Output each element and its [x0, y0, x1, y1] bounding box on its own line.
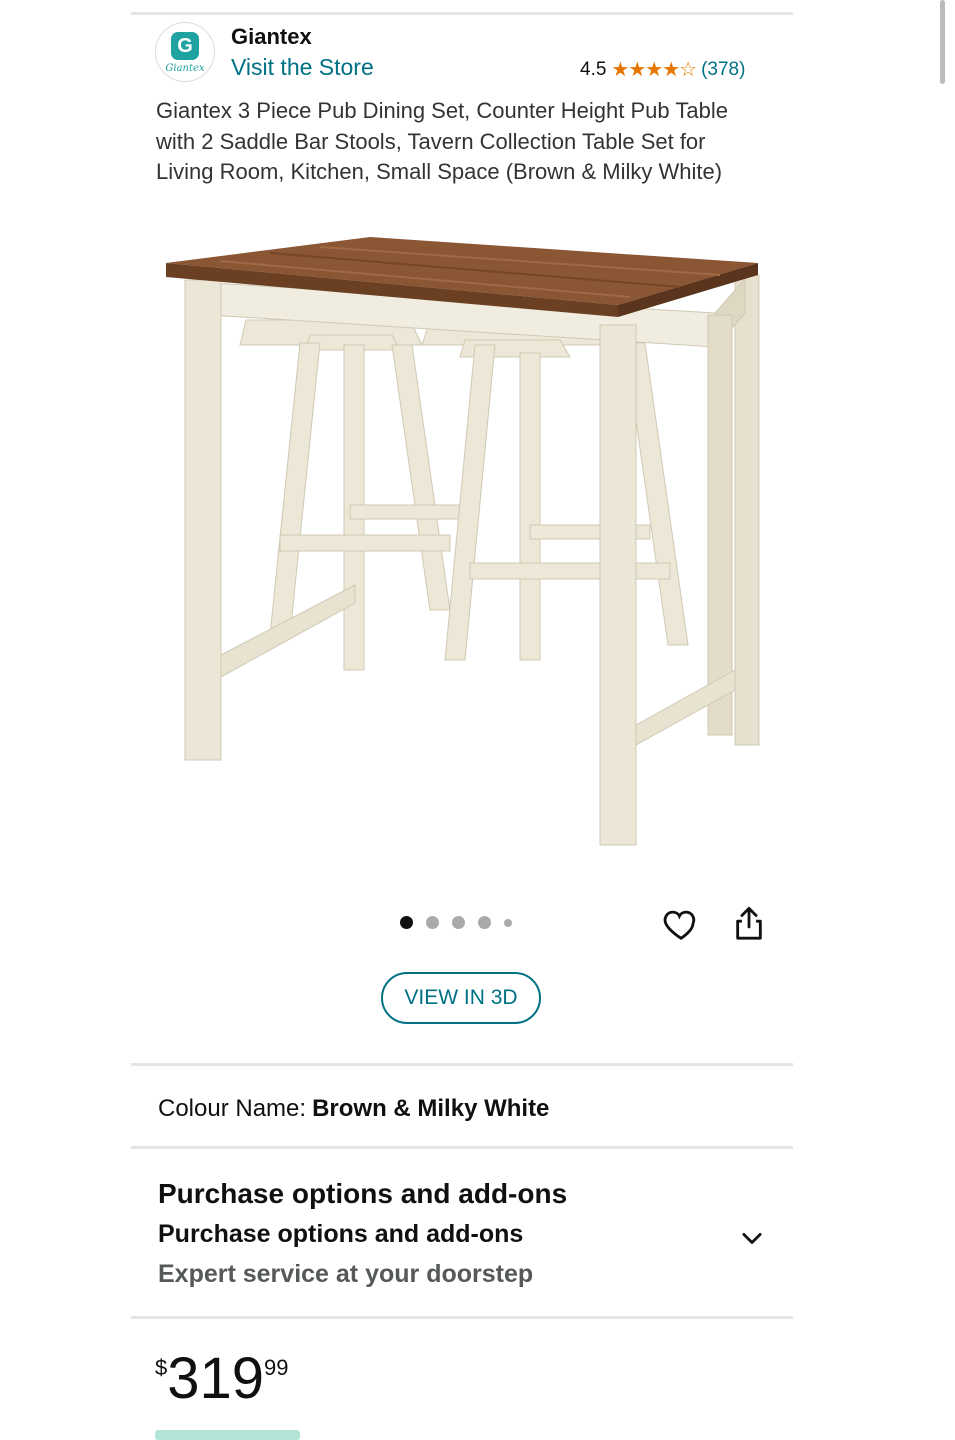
carousel-dot-3[interactable]	[452, 916, 465, 929]
price: $ 319 99	[155, 1345, 289, 1413]
visit-store-link[interactable]: Visit the Store	[231, 54, 374, 81]
carousel-dot-2[interactable]	[426, 916, 439, 929]
image-carousel-dots[interactable]	[400, 916, 512, 929]
carousel-dot-4[interactable]	[478, 916, 491, 929]
rating-summary[interactable]: 4.5 ★★★★☆ (378)	[580, 57, 745, 82]
purchase-options-detail: Expert service at your doorstep	[158, 1260, 534, 1288]
top-divider	[131, 12, 793, 15]
heart-icon[interactable]	[662, 905, 700, 943]
share-icon[interactable]	[732, 905, 766, 943]
logo-wordmark: Giantex	[165, 63, 205, 74]
price-whole: 319	[167, 1346, 265, 1411]
price-symbol: $	[155, 1355, 168, 1380]
brand-logo[interactable]: G Giantex	[155, 22, 215, 82]
scrollbar-thumb[interactable]	[940, 0, 945, 84]
pub-table-illustration	[166, 237, 760, 846]
deal-badge-strip	[155, 1430, 300, 1440]
chevron-down-icon[interactable]	[738, 1225, 766, 1253]
logo-letter: G	[171, 32, 199, 60]
carousel-dot-5[interactable]	[504, 918, 512, 927]
star-rating-icon: ★★★★☆	[611, 59, 697, 81]
view-in-3d-button[interactable]: VIEW IN 3D	[381, 972, 541, 1024]
review-count-link[interactable]: (378)	[701, 59, 745, 81]
divider-2	[131, 1146, 793, 1149]
brand-name: Giantex	[231, 24, 312, 49]
rating-value: 4.5	[580, 58, 607, 80]
purchase-options-subheading[interactable]: Purchase options and add-ons	[158, 1220, 523, 1249]
carousel-dot-1[interactable]	[400, 916, 413, 929]
colour-row: Colour Name: Brown & Milky White	[158, 1095, 549, 1123]
price-fraction: 99	[264, 1355, 289, 1380]
colour-value: Brown & Milky White	[312, 1095, 550, 1122]
purchase-options-heading: Purchase options and add-ons	[158, 1178, 568, 1209]
product-image[interactable]	[160, 225, 770, 865]
colour-label: Colour Name:	[158, 1095, 307, 1122]
divider-1	[131, 1063, 793, 1066]
product-title: Giantex 3 Piece Pub Dining Set, Counter …	[156, 98, 728, 184]
divider-3	[131, 1316, 793, 1319]
